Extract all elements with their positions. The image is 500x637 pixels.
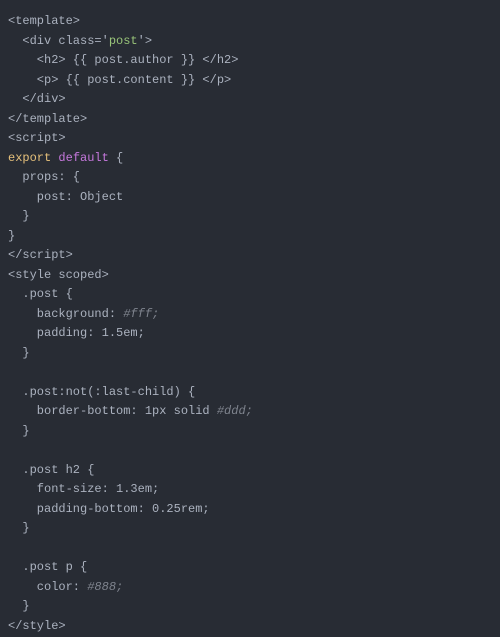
code-line: background: #fff; (8, 307, 159, 321)
code-block: <template> <div class='post'> <h2> {{ po… (0, 0, 500, 637)
code-line: <style scoped> (8, 268, 109, 282)
code-line: </script> (8, 248, 73, 262)
code-line: .post:not(:last-child) { (8, 385, 195, 399)
code-line: } (8, 229, 15, 243)
code-line: padding-bottom: 0.25rem; (8, 502, 210, 516)
code-line: color: #888; (8, 580, 123, 594)
code-line: </style> (8, 619, 66, 633)
code-line: } (8, 209, 30, 223)
code-line: .post h2 { (8, 463, 94, 477)
code-line: <div class='post'> (8, 34, 152, 48)
code-line: <template> (8, 14, 80, 28)
code-line: post: Object (8, 190, 123, 204)
code-line: <p> {{ post.content }} </p> (8, 73, 231, 87)
code-line: <script> (8, 131, 66, 145)
code-line: .post { (8, 287, 73, 301)
code-line: </div> (8, 92, 66, 106)
code-line: <h2> {{ post.author }} </h2> (8, 53, 238, 67)
code-line: padding: 1.5em; (8, 326, 145, 340)
code-line: font-size: 1.3em; (8, 482, 159, 496)
code-line: </template> (8, 112, 87, 126)
code-line: } (8, 599, 30, 613)
code-line: } (8, 521, 30, 535)
code-line: export default { (8, 151, 123, 165)
code-line: .post p { (8, 560, 87, 574)
code-line: props: { (8, 170, 80, 184)
code-line: border-bottom: 1px solid #ddd; (8, 404, 253, 418)
code-line: } (8, 424, 30, 438)
code-line: } (8, 346, 30, 360)
